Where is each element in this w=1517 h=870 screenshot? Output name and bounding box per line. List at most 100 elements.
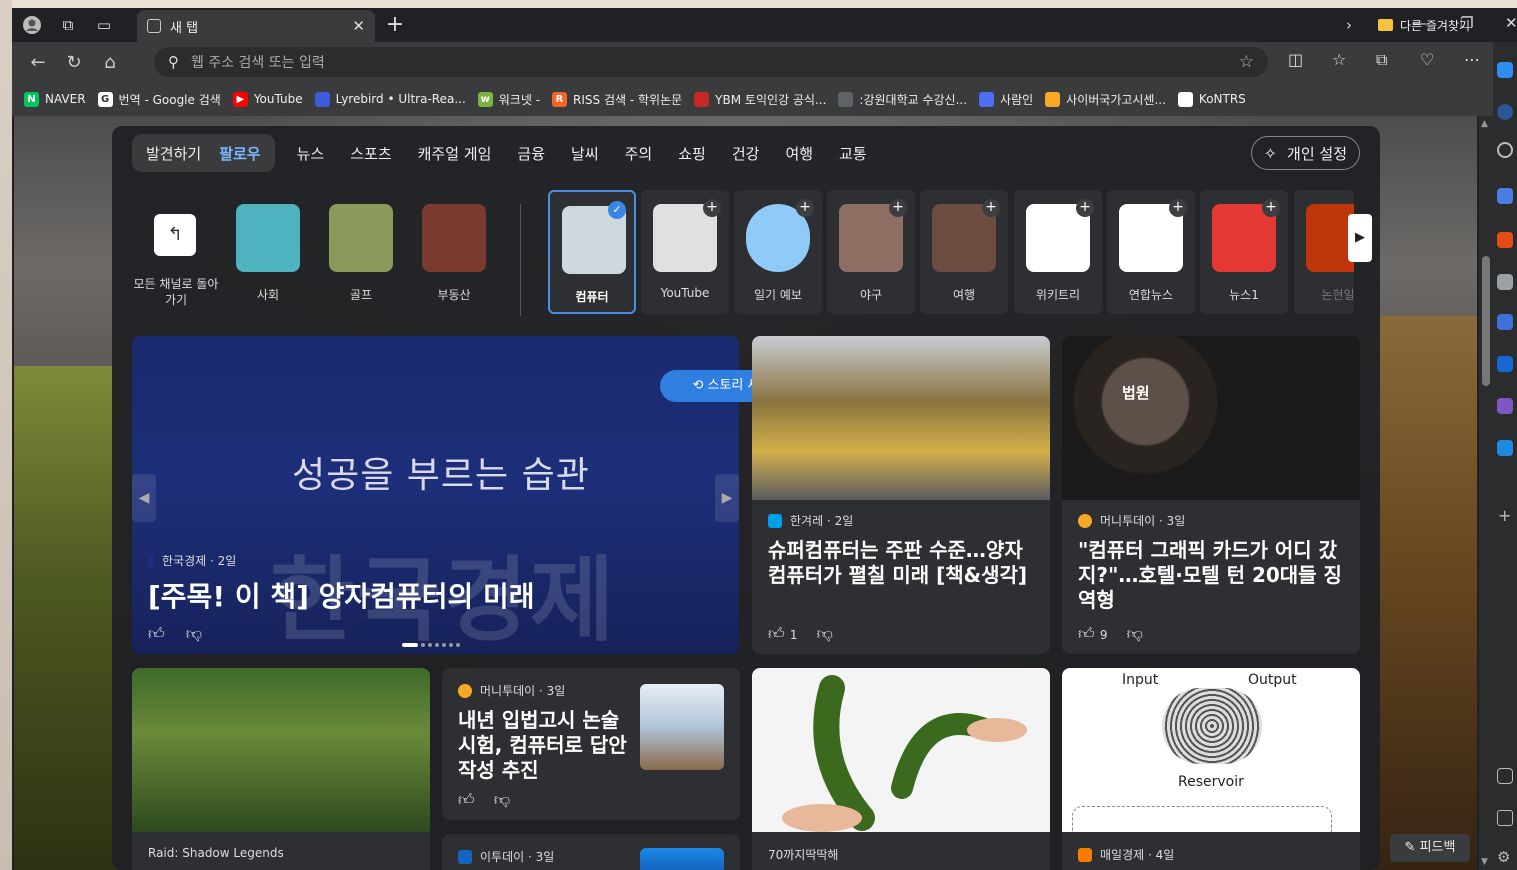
hero-title[interactable]: [주목! 이 책] 양자컴퓨터의 미래 <box>148 580 723 614</box>
add-channel-icon[interactable]: + <box>1076 199 1094 217</box>
new-tab-button[interactable]: + <box>382 12 408 37</box>
channel-partial[interactable]: 논현일 <box>1294 190 1354 314</box>
favorite-item[interactable]: YBM 토익인강 공식... <box>694 91 826 108</box>
tab-close-icon[interactable]: ✕ <box>352 17 365 35</box>
address-bar[interactable]: ⚲ 웹 주소 검색 또는 입력 ☆ <box>154 47 1268 77</box>
channel-followed[interactable]: 골프 <box>317 190 405 314</box>
scroll-down-icon[interactable]: ▼ <box>1481 857 1488 867</box>
story-card[interactable]: Input Output Reservoir 매일경제 · 4일 <box>1062 668 1360 870</box>
sidebar-search-icon[interactable] <box>1497 142 1513 158</box>
favorite-item[interactable]: KoNTRS <box>1177 91 1246 107</box>
channel-baseball[interactable]: + 야구 <box>827 190 915 314</box>
sidebar-drop-icon[interactable] <box>1497 440 1513 456</box>
tab-discover[interactable]: 발견하기 <box>146 143 201 164</box>
more-menu-icon[interactable]: ⋯ <box>1464 50 1480 69</box>
add-channel-icon[interactable]: + <box>1262 199 1280 217</box>
profile-icon[interactable] <box>16 11 48 39</box>
page-scrollbar[interactable]: ▲ ▼ <box>1479 116 1493 870</box>
home-icon[interactable]: ⌂ <box>92 52 128 73</box>
feedback-button[interactable]: ✎ 피드백 <box>1390 834 1470 862</box>
refresh-icon[interactable]: ↻ <box>56 52 92 73</box>
add-channel-icon[interactable]: + <box>703 199 721 217</box>
story-card[interactable]: 머니투데이 · 3일 내년 입법고시 논술시험, 컴퓨터로 답안작성 추진 👍︎… <box>442 668 740 820</box>
ad-card[interactable]: 70까지딱딱해 <box>752 668 1050 870</box>
hero-story-card[interactable]: 성공을 부르는 습관 한국경제 ◀ ▶ 한국경제 · 2일 [주목! 이 책] … <box>132 336 739 654</box>
favorite-item[interactable]: R RISS 검색 - 학위논문 <box>552 91 682 108</box>
sidebar-add-icon[interactable]: + <box>1498 506 1511 525</box>
hero-next-button[interactable]: ▶ <box>715 474 739 522</box>
favorite-item[interactable]: N NAVER <box>24 91 86 107</box>
channel-followed[interactable]: 사회 <box>224 190 312 314</box>
other-favorites[interactable]: 다른 즐겨찾기 <box>1378 8 1470 42</box>
story-card[interactable]: 이투데이 · 3일 <box>442 834 740 870</box>
story-title[interactable]: 내년 입법고시 논술시험, 컴퓨터로 답안작성 추진 <box>458 708 628 783</box>
thumbs-up-icon[interactable]: 👍︎ <box>1078 624 1095 643</box>
sidebar-outlook-icon[interactable] <box>1497 356 1513 372</box>
channels-next-button[interactable]: ▶ <box>1348 214 1372 262</box>
add-channel-icon[interactable]: + <box>1169 199 1187 217</box>
channel-followed[interactable]: 부동산 <box>410 190 498 314</box>
close-window-button[interactable]: ✕ <box>1505 14 1517 32</box>
sidebar-m365-icon[interactable] <box>1497 314 1513 330</box>
thumbs-down-icon[interactable]: 👎︎ <box>186 624 202 643</box>
workspaces-icon[interactable]: ⧉ <box>52 11 84 39</box>
story-card[interactable]: 법원 머니투데이 · 3일 "컴퓨터 그래픽 카드가 어디 갔지?"…호텔·모텔… <box>1062 336 1360 654</box>
ad-card[interactable]: Raid: Shadow Legends <box>132 668 430 870</box>
personalize-button[interactable]: ✧ 개인 설정 <box>1250 136 1360 170</box>
tab-sports[interactable]: 스포츠 <box>350 143 391 164</box>
tab-caution[interactable]: 주의 <box>625 143 653 164</box>
channel-travel[interactable]: + 여행 <box>920 190 1008 314</box>
scroll-thumb[interactable] <box>1482 256 1490 386</box>
favorites-overflow-icon[interactable]: › <box>1346 16 1352 34</box>
sidebar-layout-icon[interactable] <box>1497 768 1513 784</box>
hero-prev-button[interactable]: ◀ <box>132 474 156 522</box>
favorite-item[interactable]: :강원대학교 수강신... <box>838 91 967 108</box>
favorite-item[interactable]: Lyrebird • Ultra-Rea... <box>314 91 466 107</box>
sidebar-shopping-icon[interactable] <box>1497 188 1513 204</box>
sidebar-app-icon[interactable] <box>1497 104 1513 120</box>
sidebar-games-icon[interactable] <box>1497 274 1513 290</box>
browser-essentials-icon[interactable]: ♡ <box>1420 50 1434 69</box>
favorites-icon[interactable]: ☆ <box>1332 50 1346 69</box>
tab-follow[interactable]: 팔로우 <box>219 143 260 164</box>
sidebar-settings-icon[interactable]: ⚙ <box>1497 848 1510 866</box>
favorite-item[interactable]: 사이버국가고시센... <box>1045 91 1166 108</box>
scroll-up-icon[interactable]: ▲ <box>1481 119 1488 129</box>
thumbs-down-icon[interactable]: 👎︎ <box>494 790 510 809</box>
favorite-star-icon[interactable]: ☆ <box>1239 52 1254 72</box>
channel-wikitree[interactable]: + 위키트리 <box>1014 190 1102 314</box>
tab-health[interactable]: 건강 <box>732 143 760 164</box>
channel-youtube[interactable]: + YouTube <box>641 190 729 314</box>
split-screen-icon[interactable]: ◫ <box>1288 50 1303 69</box>
favorite-item[interactable]: 사람인 <box>979 91 1033 108</box>
tab-casual-games[interactable]: 캐주얼 게임 <box>418 143 492 164</box>
sidebar-designer-icon[interactable] <box>1497 398 1513 414</box>
collections-icon[interactable]: ⧉ <box>1376 50 1387 70</box>
thumbs-down-icon[interactable]: 👎︎ <box>1127 624 1143 643</box>
thumbs-up-icon[interactable]: 👍︎ <box>148 624 165 643</box>
tab-actions-icon[interactable]: ▭ <box>88 11 120 39</box>
sidebar-tools-icon[interactable] <box>1497 232 1513 248</box>
tab-travel[interactable]: 여행 <box>785 143 813 164</box>
story-card[interactable]: 한겨레 · 2일 슈퍼컴퓨터는 주판 수준…양자컴퓨터가 펼칠 미래 [책&생각… <box>752 336 1050 654</box>
channel-weather[interactable]: + 일기 예보 <box>734 190 822 314</box>
thumbs-up-icon[interactable]: 👍︎ <box>458 790 475 809</box>
favorite-item[interactable]: ▶ YouTube <box>232 91 303 107</box>
channel-yonhap[interactable]: + 연합뉴스 <box>1107 190 1195 314</box>
story-title[interactable]: 슈퍼컴퓨터는 주판 수준…양자컴퓨터가 펼칠 미래 [책&생각] <box>768 538 1034 588</box>
tab-shopping[interactable]: 쇼핑 <box>678 143 706 164</box>
channel-computer[interactable]: ✓ 컴퓨터 <box>548 190 636 314</box>
channel-news1[interactable]: + 뉴스1 <box>1200 190 1288 314</box>
back-arrow-icon[interactable]: ↰ <box>154 214 196 256</box>
back-icon[interactable]: ← <box>20 52 56 73</box>
copilot-icon[interactable] <box>1497 62 1513 78</box>
thumbs-down-icon[interactable]: 👎︎ <box>817 624 833 643</box>
thumbs-up-icon[interactable]: 👍︎ <box>768 624 785 643</box>
favorite-item[interactable]: w 워크넷 - <box>477 91 540 108</box>
add-channel-icon[interactable]: + <box>889 199 907 217</box>
favorite-item[interactable]: G 번역 - Google 검색 <box>97 91 221 108</box>
story-title[interactable]: "컴퓨터 그래픽 카드가 어디 갔지?"…호텔·모텔 턴 20대들 징역형 <box>1078 538 1344 613</box>
tab-weather[interactable]: 날씨 <box>571 143 599 164</box>
tab-finance[interactable]: 금융 <box>517 143 545 164</box>
back-to-channels-label[interactable]: 모든 채널로 돌아가기 <box>132 276 220 308</box>
